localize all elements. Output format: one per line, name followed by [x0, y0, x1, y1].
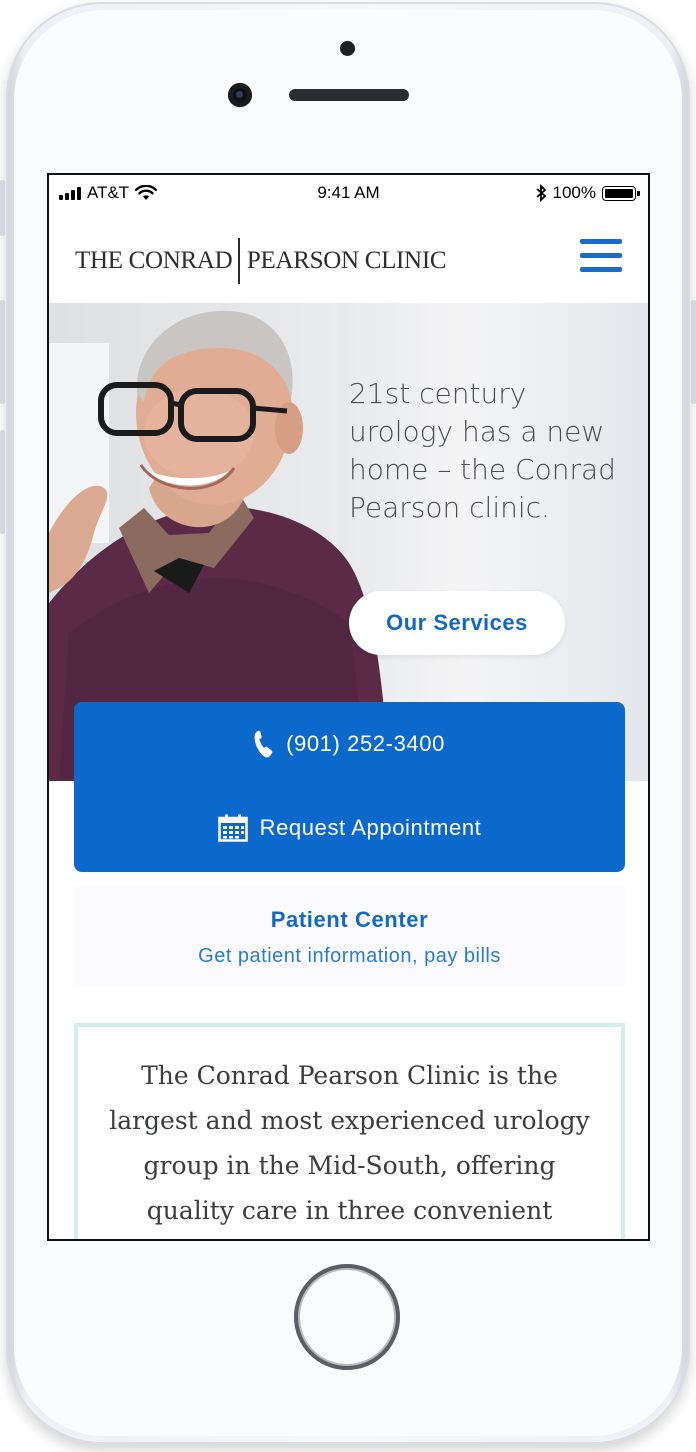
intro-paragraph: The Conrad Pearson Clinic is the largest… [109, 1061, 590, 1225]
front-camera [228, 83, 252, 107]
calendar-icon [217, 814, 248, 842]
patient-center-link[interactable]: Patient Center [74, 907, 625, 933]
power-button [691, 300, 696, 404]
status-right: 100% [535, 183, 640, 203]
intro-box: The Conrad Pearson Clinic is the largest… [74, 1023, 625, 1239]
logo-text-right: PEARSON CLINIC [246, 247, 447, 274]
our-services-button[interactable]: Our Services [349, 591, 565, 655]
status-bar: AT&T 9:41 AM 100% [49, 175, 648, 213]
home-button[interactable] [294, 1264, 400, 1370]
phone-screen: AT&T 9:41 AM 100% THE CONRAD PEARSON CLI… [47, 173, 650, 1241]
patient-center-section: Patient Center Get patient information, … [74, 887, 625, 987]
bluetooth-icon [535, 184, 546, 202]
battery-percent: 100% [552, 183, 596, 202]
mute-switch [0, 180, 5, 236]
site-header: THE CONRAD PEARSON CLINIC [49, 213, 648, 303]
contact-cta-box: (901) 252-3400 Request Appointment [74, 702, 625, 872]
request-appointment-link[interactable]: Request Appointment [74, 798, 625, 858]
patient-center-subtitle-link[interactable]: Get patient information, pay bills [74, 945, 625, 968]
phone-number: (901) 252-3400 [286, 731, 445, 756]
earpiece-speaker [289, 89, 409, 101]
hero-headline: 21st century urology has a new home – th… [349, 377, 616, 524]
clinic-logo[interactable]: THE CONRAD PEARSON CLINIC [75, 237, 447, 285]
proximity-sensor [340, 41, 355, 56]
volume-down-button [0, 430, 5, 534]
battery-icon [602, 185, 640, 201]
request-appointment-label: Request Appointment [259, 815, 482, 840]
logo-text-left: THE CONRAD [75, 247, 233, 274]
logo-divider [238, 238, 240, 284]
hamburger-menu-icon[interactable] [580, 237, 622, 275]
call-phone-link[interactable]: (901) 252-3400 [74, 714, 625, 774]
phone-icon [254, 730, 273, 758]
volume-up-button [0, 300, 5, 404]
